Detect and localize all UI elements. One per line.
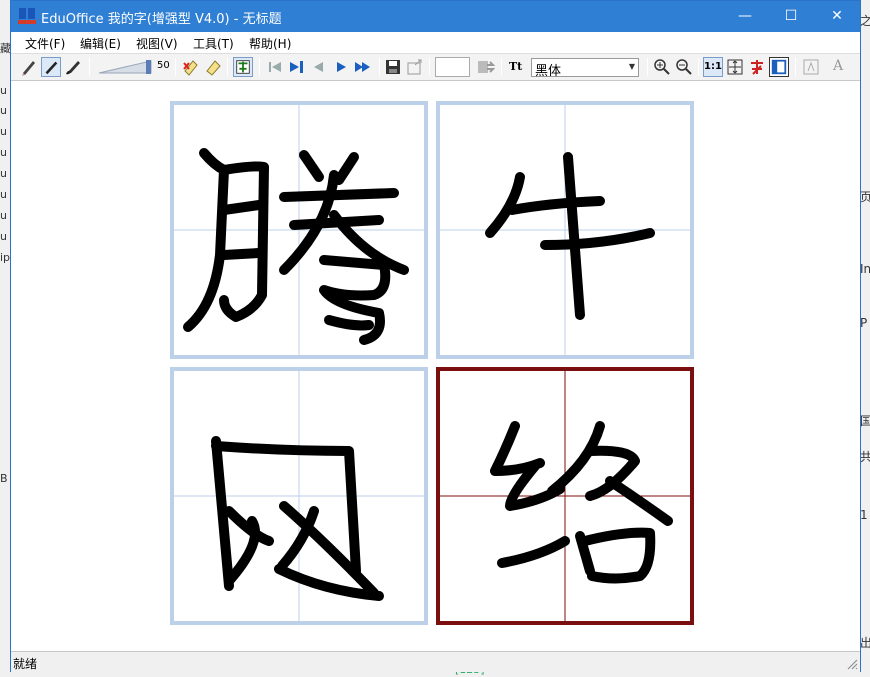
background-text: 1 — [860, 508, 868, 522]
menu-bar: 文件(F) 编辑(E) 视图(V) 工具(T) 帮助(H) — [11, 32, 860, 54]
first-page-icon[interactable] — [265, 57, 285, 77]
character-glyph — [440, 105, 690, 355]
font-type-icon: Tt — [509, 60, 523, 73]
pen-icon[interactable] — [41, 57, 61, 77]
eraser-icon[interactable] — [203, 57, 223, 77]
background-text: P — [860, 316, 868, 330]
toolbar-separator — [175, 58, 176, 76]
character-cell[interactable] — [170, 367, 428, 625]
background-text: 页 — [860, 190, 870, 204]
toolbar-separator — [89, 58, 90, 76]
actual-size-button[interactable]: 1:1 — [703, 57, 723, 77]
text-box-icon[interactable] — [801, 57, 821, 77]
insert-page-icon[interactable] — [287, 57, 307, 77]
eraser-stroke-icon[interactable] — [181, 57, 201, 77]
title-bar[interactable]: EduOffice 我的字(增强型 V4.0) - 无标题 — ☐ ✕ — [11, 1, 860, 32]
window-title: EduOffice 我的字(增强型 V4.0) - 无标题 — [41, 12, 282, 27]
background-text: In — [860, 262, 870, 276]
calligraphy-icon[interactable] — [747, 57, 767, 77]
menu-file[interactable]: 文件(F) — [25, 35, 65, 52]
font-style-icon[interactable]: A — [833, 58, 843, 74]
export-image-icon[interactable] — [405, 57, 425, 77]
save-icon[interactable] — [383, 57, 403, 77]
toolbar-separator — [259, 58, 260, 76]
toolbar: 50 Tt 黑体 ▼ 1:1 A — [11, 54, 860, 81]
toolbar-separator — [795, 58, 796, 76]
background-text: 共 — [860, 450, 870, 464]
character-grid-icon[interactable] — [233, 57, 253, 77]
menu-view[interactable]: 视图(V) — [136, 35, 178, 52]
close-button[interactable]: ✕ — [814, 1, 860, 32]
toolbar-separator — [379, 58, 380, 76]
font-select-value: 黑体 — [535, 64, 562, 79]
background-text: 出 — [860, 636, 870, 650]
app-logo-icon — [18, 8, 36, 24]
app-window: EduOffice 我的字(增强型 V4.0) - 无标题 — ☐ ✕ 文件(F… — [10, 0, 861, 672]
character-glyph — [174, 371, 424, 621]
status-text: 就绪 — [13, 657, 38, 671]
next-page-icon[interactable] — [331, 57, 351, 77]
character-cell[interactable] — [436, 101, 694, 359]
toolbar-separator — [647, 58, 648, 76]
zoom-out-icon[interactable] — [674, 57, 694, 77]
last-page-icon[interactable] — [353, 57, 373, 77]
menu-edit[interactable]: 编辑(E) — [80, 35, 121, 52]
minimize-button[interactable]: — — [722, 1, 768, 32]
stroke-width-value: 50 — [157, 60, 170, 71]
toolbar-separator — [227, 58, 228, 76]
status-bar: 就绪 — [11, 651, 860, 672]
font-select[interactable]: 黑体 ▼ — [531, 58, 639, 79]
zoom-in-icon[interactable] — [652, 57, 672, 77]
stroke-width-slider[interactable] — [97, 59, 153, 75]
character-glyph — [174, 105, 424, 355]
toolbar-separator — [429, 58, 430, 76]
chevron-down-icon: ▼ — [628, 62, 635, 71]
character-glyph — [440, 371, 690, 621]
writing-canvas[interactable] — [11, 81, 860, 651]
pencil-icon[interactable] — [19, 57, 39, 77]
resize-grip-icon[interactable] — [846, 658, 858, 670]
character-cell[interactable] — [170, 101, 428, 359]
background-text: 国 — [860, 414, 870, 428]
background-text: 之 — [860, 14, 870, 28]
character-input[interactable] — [435, 57, 470, 77]
panel-toggle-icon[interactable] — [769, 57, 789, 77]
menu-help[interactable]: 帮助(H) — [249, 35, 291, 52]
menu-tools[interactable]: 工具(T) — [193, 35, 234, 52]
character-cell-selected[interactable] — [436, 367, 694, 625]
toolbar-separator — [501, 58, 502, 76]
toolbar-separator — [698, 58, 699, 76]
maximize-button[interactable]: ☐ — [768, 1, 814, 32]
previous-page-icon[interactable] — [309, 57, 329, 77]
fit-window-icon[interactable] — [725, 57, 745, 77]
brush-icon[interactable] — [63, 57, 83, 77]
convert-icon[interactable] — [475, 57, 495, 77]
